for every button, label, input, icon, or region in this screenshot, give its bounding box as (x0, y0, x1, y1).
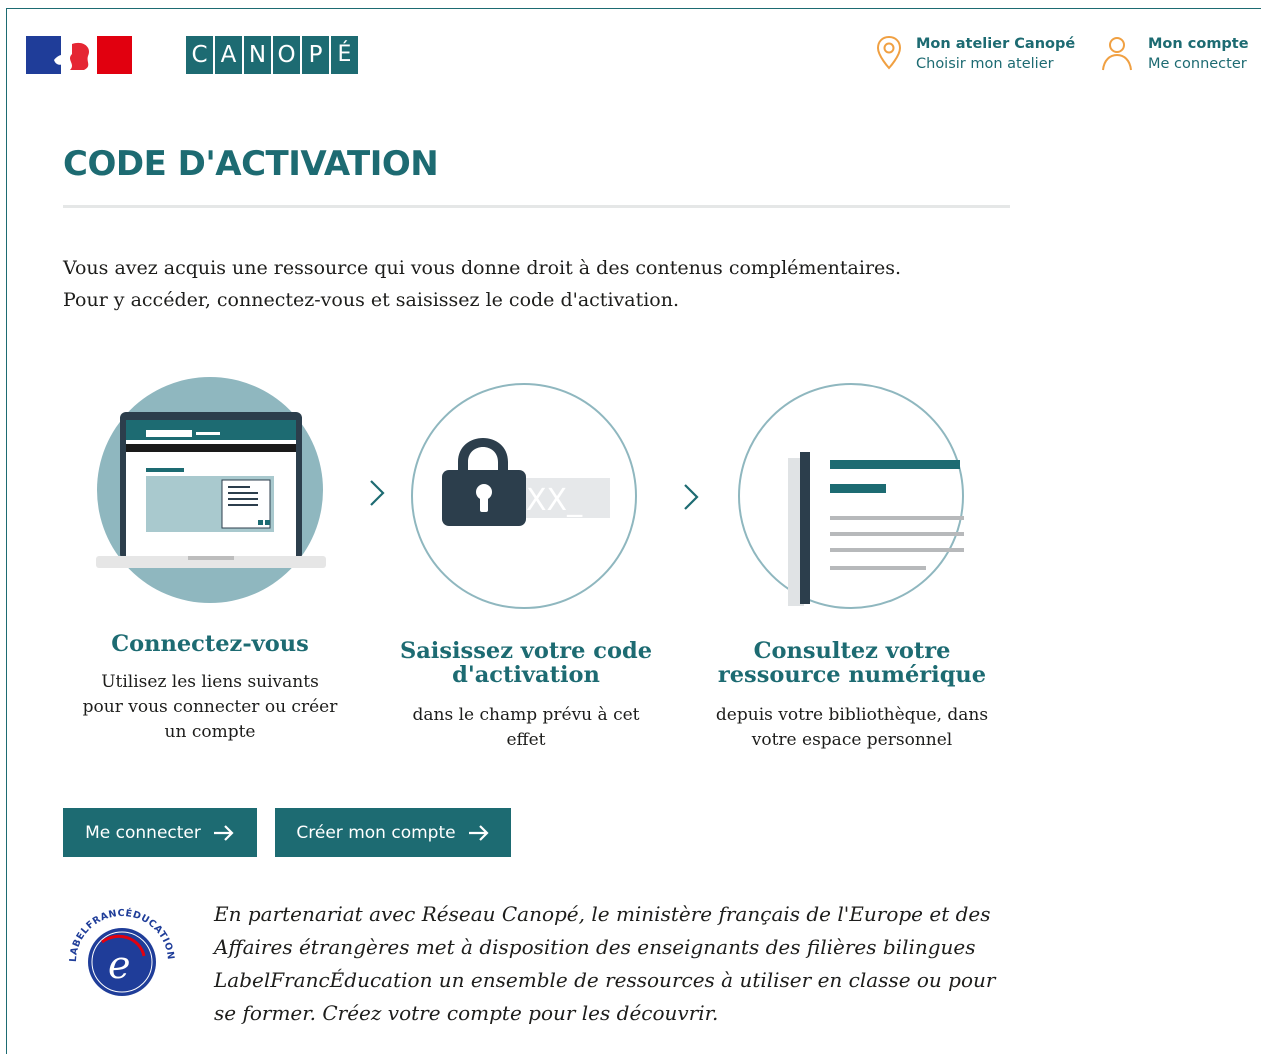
page-title: CODE D'ACTIVATION (63, 144, 439, 184)
document-illustration (738, 383, 964, 609)
svg-text:e: e (108, 943, 131, 987)
laptop-illustration (96, 377, 326, 603)
mon-atelier-link[interactable]: Mon atelier Canopé Choisir mon atelier (876, 34, 1075, 74)
me-connecter-button[interactable]: Me connecter (63, 808, 257, 857)
step-1-title: Connectez-vous (111, 631, 309, 657)
arrow-right-icon (468, 824, 489, 841)
intro-text: Vous avez acquis une ressource qui vous … (63, 257, 902, 311)
chevron-right-icon (684, 484, 699, 510)
padlock-code-illustration: XX_ (411, 383, 637, 609)
step-1-desc: Utilisez les liens suivants pour vous co… (82, 672, 338, 742)
labelfranceducation-logo: LABELFRANCÉDUCATION e (68, 907, 175, 996)
arrow-right-icon (213, 824, 234, 841)
title-divider (63, 205, 1010, 208)
step-2-desc: dans le champ prévu à cet effet (412, 705, 640, 750)
atelier-subtitle: Choisir mon atelier (916, 56, 1054, 72)
code-placeholder: XX_ (526, 483, 583, 518)
account-title: Mon compte (1148, 36, 1249, 52)
republique-francaise-logo[interactable] (26, 36, 132, 74)
step-3-desc: depuis votre bibliothèque, dans votre es… (715, 705, 989, 750)
canope-logo[interactable]: C A N O P É (186, 36, 358, 74)
step-2-title: Saisissez votre code d'activation (399, 638, 653, 688)
user-icon (1102, 37, 1132, 71)
atelier-title: Mon atelier Canopé (916, 36, 1076, 52)
map-pin-icon (876, 35, 902, 70)
chevron-right-icon (370, 480, 385, 506)
mon-compte-link[interactable]: Mon compte Me connecter (1100, 34, 1249, 74)
account-subtitle: Me connecter (1148, 56, 1247, 72)
step-3-title: Consultez votre ressource numérique (717, 638, 987, 688)
partner-text: En partenariat avec Réseau Canopé, le mi… (214, 902, 996, 1025)
creer-compte-button[interactable]: Créer mon compte (275, 808, 511, 857)
